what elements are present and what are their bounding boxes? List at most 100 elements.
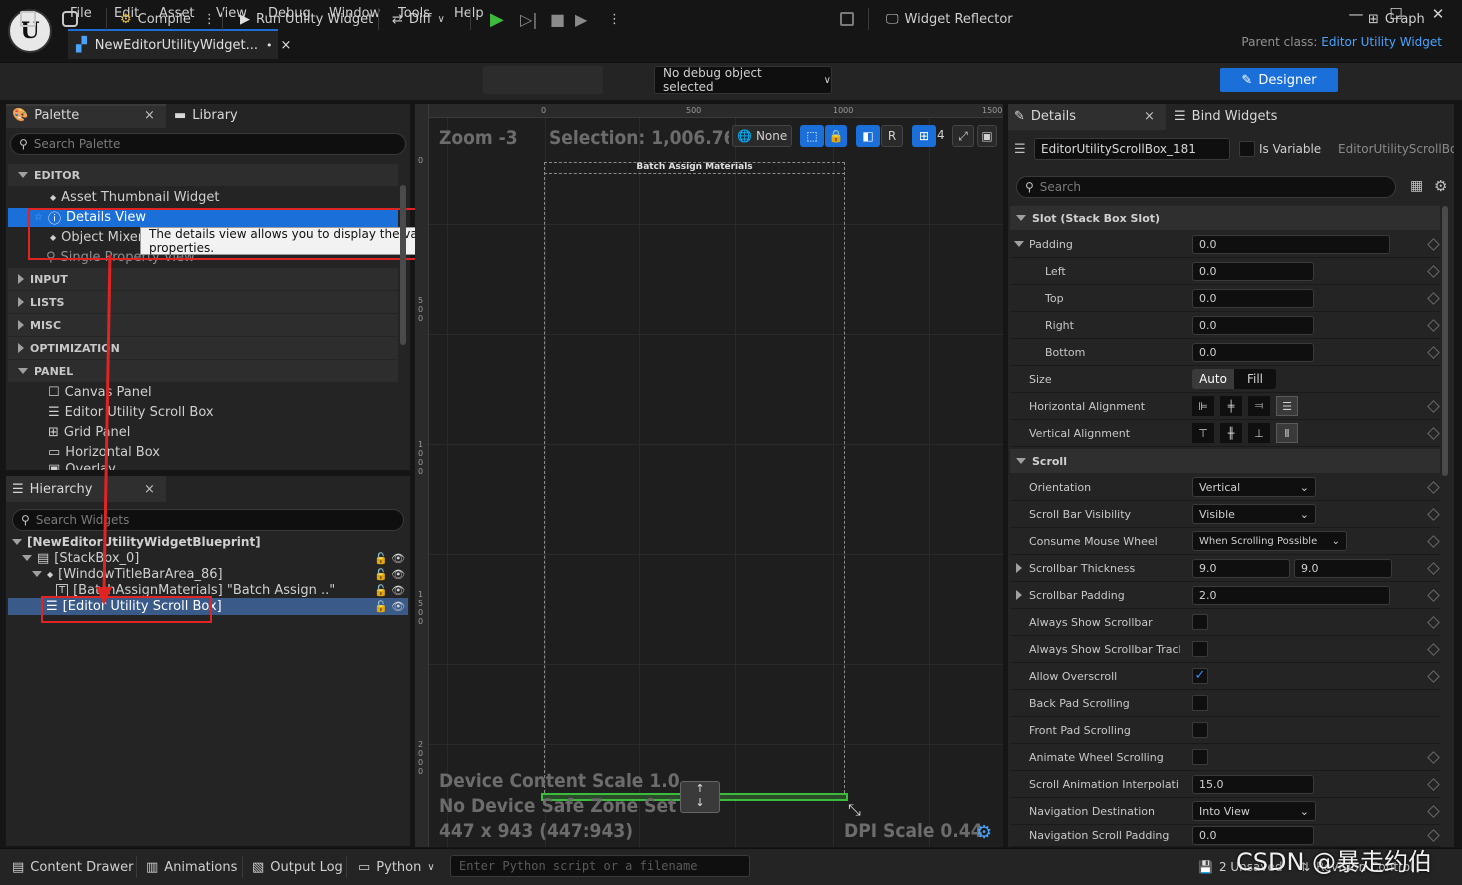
details-tab[interactable]: ✎ Details <box>1014 109 1076 124</box>
is-variable-checkbox[interactable] <box>1239 141 1255 157</box>
close-window-icon[interactable]: ✕ <box>1424 4 1452 24</box>
stop-icon[interactable]: ■ <box>550 8 565 30</box>
animate-wheel-checkbox[interactable] <box>1192 749 1208 765</box>
details-search-input[interactable]: ⚲ Search <box>1016 176 1396 198</box>
padding-field[interactable]: 0.0 <box>1192 234 1390 254</box>
widget-reflector-button[interactable]: 🖵 Widget Reflector <box>886 8 1013 30</box>
scroll-animation-field[interactable]: 15.0 <box>1192 774 1314 794</box>
library-tab[interactable]: ▬ Library <box>174 108 238 123</box>
reset-diamond-icon[interactable] <box>1427 345 1440 359</box>
designer-button[interactable]: ✎ Designer <box>1220 68 1338 92</box>
reset-diamond-icon[interactable] <box>1427 804 1440 818</box>
reset-diamond-icon[interactable] <box>1427 669 1440 683</box>
reset-diamond-icon[interactable] <box>1427 534 1440 548</box>
lock-icon[interactable]: 🔓 👁 <box>374 583 405 599</box>
category-misc[interactable]: MISC <box>8 314 398 336</box>
lock-icon[interactable]: 🔓 👁 <box>374 551 405 567</box>
menu-help[interactable]: Help <box>454 6 484 21</box>
close-icon[interactable]: × <box>144 108 155 123</box>
lock-icon[interactable]: 🔓 👁 <box>374 567 405 583</box>
reset-diamond-icon[interactable] <box>1427 237 1440 251</box>
size-auto-button[interactable]: Auto <box>1192 369 1234 389</box>
allow-overscroll-checkbox[interactable]: ✓ <box>1192 668 1208 684</box>
close-icon[interactable]: × <box>1144 109 1155 124</box>
diff-button[interactable]: ⇄ Diff ∨ <box>392 8 445 30</box>
localization-dropdown[interactable]: 🌐 None <box>732 125 792 147</box>
category-optimization[interactable]: OPTIMIZATION <box>8 337 398 359</box>
animations-button[interactable]: ▥ Animations <box>146 856 237 878</box>
top-field[interactable]: 0.0 <box>1192 288 1314 308</box>
thickness-x-field[interactable]: 9.0 <box>1192 558 1290 578</box>
size-fill-button[interactable]: Fill <box>1234 369 1276 389</box>
save-icon[interactable] <box>20 8 36 30</box>
widget-name-field[interactable]: EditorUtilityScrollBox_181 <box>1034 138 1230 160</box>
navigation-destination-dropdown[interactable]: Into View ⌄ <box>1192 801 1316 821</box>
palette-item-asset-thumbnail[interactable]: ◆ Asset Thumbnail Widget <box>50 187 220 207</box>
reset-diamond-icon[interactable] <box>1427 561 1440 575</box>
reset-diamond-icon[interactable] <box>1427 318 1440 332</box>
reset-diamond-icon[interactable] <box>1427 426 1440 440</box>
category-lists[interactable]: LISTS <box>8 291 398 313</box>
reset-diamond-icon[interactable] <box>1427 829 1440 842</box>
batch-assign-title[interactable]: Batch Assign Materials <box>544 162 845 174</box>
gear-icon[interactable]: ⚙ <box>1434 177 1447 195</box>
reset-diamond-icon[interactable] <box>1427 615 1440 629</box>
reset-diamond-icon[interactable] <box>1427 588 1440 602</box>
eject-icon[interactable]: ▶ <box>575 8 587 30</box>
document-tab[interactable]: ▞ NewEditorUtilityWidget... • × <box>68 29 291 59</box>
grid-snap-icon[interactable]: ⊞ <box>912 125 936 147</box>
reset-diamond-icon[interactable] <box>1427 777 1440 791</box>
reset-diamond-icon[interactable] <box>1427 399 1440 413</box>
category-input[interactable]: INPUT <box>8 268 398 290</box>
left-field[interactable]: 0.0 <box>1192 261 1314 281</box>
align-bottom-icon[interactable]: ⊥ <box>1248 423 1270 443</box>
more-options-icon[interactable]: ⋮ <box>203 12 216 27</box>
reset-diamond-icon[interactable] <box>1427 507 1440 521</box>
align-top-icon[interactable]: ⊤ <box>1192 423 1214 443</box>
debug-browse-icon[interactable] <box>840 8 854 30</box>
python-dropdown[interactable]: ▭ Python ∨ <box>358 856 435 878</box>
front-pad-checkbox[interactable] <box>1192 722 1208 738</box>
align-left-icon[interactable]: ⊫ <box>1192 396 1214 416</box>
align-right-icon[interactable]: ⫤ <box>1248 396 1270 416</box>
python-input[interactable]: Enter Python script or a filename <box>450 855 750 877</box>
respect-locks-icon[interactable]: ◧ <box>856 125 880 147</box>
more-options-icon[interactable]: ⋮ <box>608 8 621 30</box>
minimize-icon[interactable]: — <box>1342 4 1370 24</box>
category-editor[interactable]: EDITOR <box>8 164 398 186</box>
run-utility-widget-button[interactable]: ▶ Run Utility Widget <box>240 8 373 30</box>
resize-corner-handle[interactable]: ⤡ <box>848 800 861 820</box>
reset-diamond-icon[interactable] <box>1427 642 1440 656</box>
lock-icon[interactable]: 🔒 <box>825 125 847 147</box>
content-drawer-button[interactable]: ▤ Content Drawer <box>12 856 133 878</box>
parent-class-link[interactable]: Editor Utility Widget <box>1321 35 1442 49</box>
resize-vertical-handle[interactable]: ↑ ↓ <box>680 781 720 813</box>
section-slot[interactable]: Slot (Stack Box Slot) <box>1010 206 1440 230</box>
always-show-track-checkbox[interactable] <box>1192 641 1208 657</box>
palette-scrollbar[interactable] <box>400 185 406 345</box>
play-in-editor-icon[interactable]: ▶ <box>490 8 504 30</box>
bind-widgets-tab[interactable]: ☰ Bind Widgets <box>1174 109 1277 124</box>
back-pad-checkbox[interactable] <box>1192 695 1208 711</box>
lock-icon[interactable]: 🔓 👁 <box>374 599 405 615</box>
thickness-y-field[interactable]: 9.0 <box>1294 558 1392 578</box>
align-fill-icon[interactable]: ☰ <box>1276 396 1298 416</box>
compile-button[interactable]: ⚙ Compile ⋮ <box>120 8 216 30</box>
scrollbar-padding-field[interactable]: 2.0 <box>1192 585 1390 605</box>
search-widgets-input[interactable]: ⚲ Search Widgets <box>12 509 404 531</box>
reset-diamond-icon[interactable] <box>1427 480 1440 494</box>
palette-tab[interactable]: 🎨 Palette <box>12 108 79 123</box>
ruler-top[interactable] <box>415 104 1003 118</box>
scroll-bar-visibility-dropdown[interactable]: Visible ⌄ <box>1192 504 1316 524</box>
expand-icon[interactable] <box>1014 241 1024 247</box>
debug-object-dropdown[interactable]: No debug object selected ∨ <box>654 66 832 94</box>
align-middle-icon[interactable]: ╫ <box>1220 423 1242 443</box>
right-field[interactable]: 0.0 <box>1192 315 1314 335</box>
graph-button[interactable]: ⊞ Graph <box>1368 8 1425 30</box>
palette-item-editor-utility-scroll-box[interactable]: ☰ Editor Utility Scroll Box <box>48 402 214 422</box>
table-view-icon[interactable]: ▦ <box>1410 178 1423 194</box>
hierarchy-tab[interactable]: ☰ Hierarchy <box>12 482 93 497</box>
gear-icon[interactable]: ⚙ <box>976 822 992 843</box>
reset-diamond-icon[interactable] <box>1427 291 1440 305</box>
grid-snap-value[interactable]: 4 <box>937 128 945 142</box>
